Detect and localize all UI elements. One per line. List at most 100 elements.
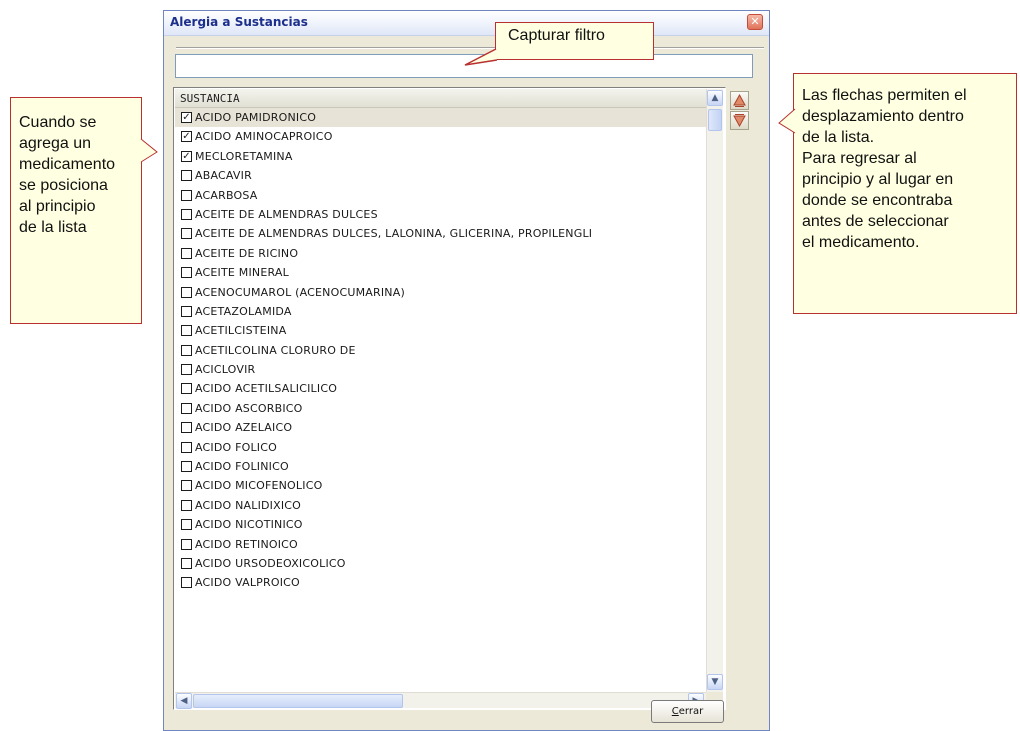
list-item-label: ACARBOSA xyxy=(195,188,258,202)
checkbox[interactable] xyxy=(181,383,192,395)
checkbox-checked[interactable]: ✓ xyxy=(181,150,192,162)
list-item[interactable]: ACIDO RETINOICO xyxy=(175,535,706,554)
list-item-label: ACENOCUMAROL (ACENOCUMARINA) xyxy=(195,285,405,299)
list-item-label: ACIDO NICOTINICO xyxy=(195,518,303,532)
list-item[interactable]: ACENOCUMAROL (ACENOCUMARINA) xyxy=(175,283,706,302)
checkbox[interactable] xyxy=(181,208,192,220)
list-item[interactable]: ACIDO AZELAICO xyxy=(175,418,706,437)
list-item[interactable]: ACEITE DE ALMENDRAS DULCES, LALONINA, GL… xyxy=(175,224,706,243)
list-item-label: ACEITE DE ALMENDRAS DULCES xyxy=(195,207,378,221)
list-item[interactable]: ACIDO ASCORBICO xyxy=(175,399,706,418)
callout-left: Cuando se agrega un medicamento se posic… xyxy=(10,97,142,324)
cerrar-accel: C xyxy=(671,706,679,717)
go-to-top-button[interactable] xyxy=(730,91,749,110)
callout-filter-tail xyxy=(464,48,498,66)
checkbox[interactable] xyxy=(181,538,192,550)
list-item-label: ACIDO AZELAICO xyxy=(195,421,293,435)
list-item-label: ACIDO PAMIDRONICO xyxy=(195,111,317,124)
list-item[interactable]: ACEITE DE RICINO xyxy=(175,244,706,263)
list-item[interactable]: ACEITE MINERAL xyxy=(175,263,706,282)
checkbox[interactable] xyxy=(181,519,192,531)
list-item-label: ACEITE DE RICINO xyxy=(195,246,299,260)
list-item[interactable]: ACIDO ACETILSALICILICO xyxy=(175,379,706,398)
list-item[interactable]: ACETAZOLAMIDA xyxy=(175,302,706,321)
checkbox[interactable] xyxy=(181,247,192,259)
column-header-sustancia[interactable]: SUSTANCIA xyxy=(175,89,706,108)
list-item[interactable]: ACICLOVIR xyxy=(175,360,706,379)
checkbox[interactable] xyxy=(181,441,192,453)
checkbox[interactable] xyxy=(181,305,192,317)
checkbox[interactable] xyxy=(181,286,192,298)
list-item-label: ACEITE DE ALMENDRAS DULCES, LALONINA, GL… xyxy=(195,227,593,241)
callout-right-text: Las flechas permiten el desplazamiento d… xyxy=(802,87,967,251)
list-item[interactable]: ACIDO NICOTINICO xyxy=(175,515,706,534)
list-item-label: ACIDO AMINOCAPROICO xyxy=(195,130,333,144)
checkbox[interactable] xyxy=(181,170,192,182)
titlebar: Alergia a Sustancias ✕ xyxy=(164,11,769,36)
checkbox[interactable] xyxy=(181,364,192,376)
close-icon[interactable]: ✕ xyxy=(747,14,763,30)
callout-filter-text: Capturar filtro xyxy=(508,27,605,44)
checkbox[interactable] xyxy=(181,325,192,337)
list-item[interactable]: ✓ ACIDO PAMIDRONICO xyxy=(175,108,706,128)
list-item-label: ACICLOVIR xyxy=(195,363,256,377)
checkbox[interactable] xyxy=(181,577,192,589)
checkbox[interactable] xyxy=(181,461,192,473)
list-item-label: ACETAZOLAMIDA xyxy=(195,304,292,318)
list-items: ✓ ACIDO PAMIDRONICO ✓ ACIDO AMINOCAPROICO ✓ M… xyxy=(175,108,706,593)
checkbox-checked[interactable]: ✓ xyxy=(181,131,192,143)
callout-left-tail xyxy=(140,138,158,163)
horizontal-scrollbar[interactable]: ◀ ▶ xyxy=(175,692,706,709)
list-item-label: ACIDO VALPROICO xyxy=(195,576,300,590)
scroll-left-icon[interactable]: ◀ xyxy=(176,693,192,709)
callout-right: Las flechas permiten el desplazamiento d… xyxy=(793,73,1017,314)
list-item-label: ACEITE MINERAL xyxy=(195,266,289,280)
list-item[interactable]: ACIDO URSODEOXICOLICO xyxy=(175,554,706,573)
list-item[interactable]: ACIDO NALIDIXICO xyxy=(175,496,706,515)
list-item-label: ACIDO MICOFENOLICO xyxy=(195,479,323,493)
checkbox[interactable] xyxy=(181,267,192,279)
scroll-down-icon[interactable]: ▼ xyxy=(707,674,723,690)
vertical-scrollbar[interactable]: ▲ ▼ xyxy=(706,89,723,692)
checkbox[interactable] xyxy=(181,557,192,569)
checkbox[interactable] xyxy=(181,228,192,240)
list-item[interactable]: ABACAVIR xyxy=(175,166,706,185)
list-item[interactable]: ACARBOSA xyxy=(175,186,706,205)
go-to-previous-button[interactable] xyxy=(730,111,749,130)
cerrar-label: errar xyxy=(678,706,704,717)
checkbox[interactable] xyxy=(181,499,192,511)
scroll-up-icon[interactable]: ▲ xyxy=(707,90,723,106)
callout-left-text: Cuando se agrega un medicamento se posic… xyxy=(19,114,116,236)
list-item-label: ACIDO ACETILSALICILICO xyxy=(195,382,338,396)
substance-list: SUSTANCIA ✓ ACIDO PAMIDRONICO ✓ ACIDO AMINO… xyxy=(173,87,726,710)
checkbox[interactable] xyxy=(181,189,192,201)
list-item-label: ACIDO FOLINICO xyxy=(195,460,289,474)
checkbox[interactable] xyxy=(181,402,192,414)
list-item[interactable]: ACEITE DE ALMENDRAS DULCES xyxy=(175,205,706,224)
list-item[interactable]: ACIDO FOLINICO xyxy=(175,457,706,476)
list-item[interactable]: ACETILCOLINA CLORURO DE xyxy=(175,341,706,360)
checkbox[interactable] xyxy=(181,344,192,356)
list-item[interactable]: ACIDO VALPROICO xyxy=(175,573,706,592)
list-item-label: ACIDO NALIDIXICO xyxy=(195,498,302,512)
arrow-down-icon xyxy=(733,114,746,127)
cerrar-button[interactable]: Cerrar xyxy=(651,700,724,723)
list-area: SUSTANCIA ✓ ACIDO PAMIDRONICO ✓ ACIDO AMINO… xyxy=(175,89,706,692)
checkbox-checked[interactable]: ✓ xyxy=(181,112,192,123)
list-item-label: ACIDO URSODEOXICOLICO xyxy=(195,556,346,570)
callout-right-tail xyxy=(778,108,796,134)
horizontal-scroll-thumb[interactable] xyxy=(193,694,403,708)
list-item[interactable]: ✓ MECLORETAMINA xyxy=(175,147,706,166)
list-item[interactable]: ACIDO FOLICO xyxy=(175,438,706,457)
list-item-label: ABACAVIR xyxy=(195,169,252,183)
checkbox[interactable] xyxy=(181,480,192,492)
list-item[interactable]: ACETILCISTEINA xyxy=(175,321,706,340)
list-item-label: MECLORETAMINA xyxy=(195,149,293,163)
callout-filter: Capturar filtro xyxy=(495,22,654,60)
checkbox[interactable] xyxy=(181,422,192,434)
list-item-label: ACIDO RETINOICO xyxy=(195,537,298,551)
vertical-scroll-thumb[interactable] xyxy=(708,109,722,131)
list-item[interactable]: ✓ ACIDO AMINOCAPROICO xyxy=(175,127,706,146)
list-item-label: ACETILCOLINA CLORURO DE xyxy=(195,343,356,357)
list-item[interactable]: ACIDO MICOFENOLICO xyxy=(175,476,706,495)
